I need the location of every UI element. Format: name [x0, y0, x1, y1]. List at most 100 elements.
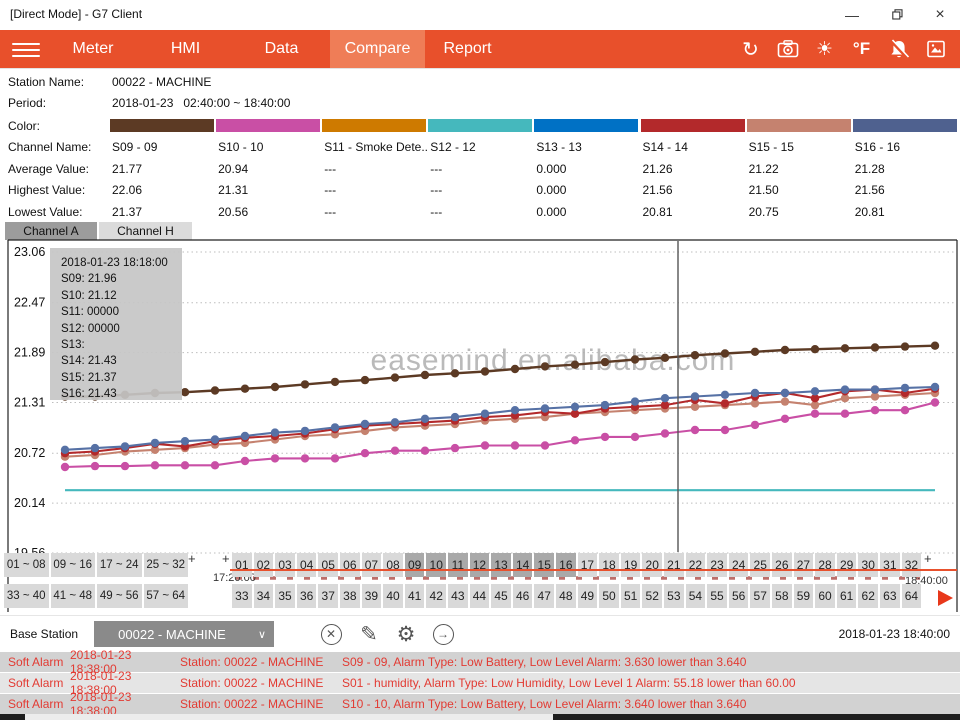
channel-button-60[interactable]: 60	[815, 584, 835, 608]
tab-channel-a[interactable]: Channel A	[5, 222, 97, 240]
nav-tab-compare[interactable]: Compare	[330, 30, 425, 68]
channel-button-46[interactable]: 46	[513, 584, 533, 608]
channel-button-27[interactable]: 27	[794, 553, 814, 577]
channel-button-39[interactable]: 39	[362, 584, 382, 608]
base-station-dropdown[interactable]: 00022 - MACHINE ∨	[94, 621, 274, 647]
nav-tab-hmi[interactable]: HMI	[138, 30, 233, 68]
channel-button-34[interactable]: 34	[254, 584, 274, 608]
group-button-17~24[interactable]: 17 ~ 24	[97, 553, 142, 577]
channel-button-02[interactable]: 02	[254, 553, 274, 577]
restore-button[interactable]	[882, 4, 912, 26]
channel-button-37[interactable]: 37	[318, 584, 338, 608]
channel-button-31[interactable]: 31	[880, 553, 900, 577]
channel-button-62[interactable]: 62	[858, 584, 878, 608]
channel-button-07[interactable]: 07	[362, 553, 382, 577]
channel-button-28[interactable]: 28	[815, 553, 835, 577]
group-button-01~08[interactable]: 01 ~ 08	[4, 553, 49, 577]
channel-button-35[interactable]: 35	[275, 584, 295, 608]
group-button-33~40[interactable]: 33 ~ 40	[4, 584, 49, 608]
fahrenheit-icon[interactable]: °F	[843, 30, 880, 68]
settings-icon[interactable]: ⚙	[393, 621, 419, 647]
expand-plus-icon[interactable]: +	[188, 551, 196, 566]
channel-button-22[interactable]: 22	[686, 553, 706, 577]
group-button-57~64[interactable]: 57 ~ 64	[144, 584, 189, 608]
channel-button-13[interactable]: 13	[491, 553, 511, 577]
channel-button-32[interactable]: 32	[902, 553, 922, 577]
channel-button-48[interactable]: 48	[556, 584, 576, 608]
channel-button-24[interactable]: 24	[729, 553, 749, 577]
channel-button-38[interactable]: 38	[340, 584, 360, 608]
channel-button-16[interactable]: 16	[556, 553, 576, 577]
channel-button-61[interactable]: 61	[837, 584, 857, 608]
channel-button-53[interactable]: 53	[664, 584, 684, 608]
channel-button-49[interactable]: 49	[578, 584, 598, 608]
group-button-25~32[interactable]: 25 ~ 32	[144, 553, 189, 577]
refresh-icon[interactable]: ↻	[732, 30, 769, 68]
channel-button-03[interactable]: 03	[275, 553, 295, 577]
channel-button-18[interactable]: 18	[599, 553, 619, 577]
channel-button-21[interactable]: 21	[664, 553, 684, 577]
channel-button-09[interactable]: 09	[405, 553, 425, 577]
channel-button-42[interactable]: 42	[426, 584, 446, 608]
horizontal-scrollbar[interactable]	[0, 714, 960, 720]
channel-button-12[interactable]: 12	[470, 553, 490, 577]
channel-button-57[interactable]: 57	[750, 584, 770, 608]
group-button-49~56[interactable]: 49 ~ 56	[97, 584, 142, 608]
channel-button-47[interactable]: 47	[534, 584, 554, 608]
channel-button-36[interactable]: 36	[297, 584, 317, 608]
channel-button-50[interactable]: 50	[599, 584, 619, 608]
channel-button-59[interactable]: 59	[794, 584, 814, 608]
channel-button-30[interactable]: 30	[858, 553, 878, 577]
close-button[interactable]: ×	[925, 4, 955, 26]
channel-button-04[interactable]: 04	[297, 553, 317, 577]
nav-tab-data[interactable]: Data	[233, 30, 330, 68]
nav-tab-meter[interactable]: Meter	[48, 30, 138, 68]
group-button-41~48[interactable]: 41 ~ 48	[51, 584, 96, 608]
channel-button-25[interactable]: 25	[750, 553, 770, 577]
group-button-09~16[interactable]: 09 ~ 16	[51, 553, 96, 577]
expand-plus-icon[interactable]: +	[924, 551, 932, 566]
channel-button-40[interactable]: 40	[383, 584, 403, 608]
channel-button-45[interactable]: 45	[491, 584, 511, 608]
channel-button-56[interactable]: 56	[729, 584, 749, 608]
channel-button-14[interactable]: 14	[513, 553, 533, 577]
minimize-button[interactable]: —	[837, 4, 867, 26]
expand-plus-icon[interactable]: +	[222, 551, 230, 566]
clear-icon[interactable]: ✕	[318, 621, 344, 647]
brightness-icon[interactable]: ☀	[806, 30, 843, 68]
scrollbar-thumb[interactable]	[25, 714, 553, 720]
channel-button-08[interactable]: 08	[383, 553, 403, 577]
channel-button-11[interactable]: 11	[448, 553, 468, 577]
nav-tab-report[interactable]: Report	[425, 30, 510, 68]
channel-button-01[interactable]: 01	[232, 553, 252, 577]
channel-button-29[interactable]: 29	[837, 553, 857, 577]
edit-icon[interactable]: ✎	[356, 621, 382, 647]
hamburger-menu-icon[interactable]	[12, 39, 40, 59]
channel-button-43[interactable]: 43	[448, 584, 468, 608]
channel-button-06[interactable]: 06	[340, 553, 360, 577]
tab-channel-h[interactable]: Channel H	[99, 222, 192, 240]
channel-button-41[interactable]: 41	[405, 584, 425, 608]
channel-button-23[interactable]: 23	[707, 553, 727, 577]
channel-button-44[interactable]: 44	[470, 584, 490, 608]
album-icon[interactable]	[917, 30, 954, 68]
channel-button-54[interactable]: 54	[686, 584, 706, 608]
channel-button-15[interactable]: 15	[534, 553, 554, 577]
channel-button-05[interactable]: 05	[318, 553, 338, 577]
channel-button-55[interactable]: 55	[707, 584, 727, 608]
channel-button-17[interactable]: 17	[578, 553, 598, 577]
next-page-arrow[interactable]	[936, 588, 956, 613]
channel-button-51[interactable]: 51	[621, 584, 641, 608]
camera-icon[interactable]	[769, 30, 806, 68]
alarm-row[interactable]: Soft Alarm 2018-01-23 18:38:00 Station: …	[0, 694, 960, 714]
channel-button-26[interactable]: 26	[772, 553, 792, 577]
channel-button-10[interactable]: 10	[426, 553, 446, 577]
channel-button-20[interactable]: 20	[642, 553, 662, 577]
channel-button-64[interactable]: 64	[902, 584, 922, 608]
channel-button-19[interactable]: 19	[621, 553, 641, 577]
channel-button-63[interactable]: 63	[880, 584, 900, 608]
channel-button-58[interactable]: 58	[772, 584, 792, 608]
channel-button-52[interactable]: 52	[642, 584, 662, 608]
export-icon[interactable]: →	[430, 621, 456, 647]
bell-muted-icon[interactable]	[880, 30, 917, 68]
